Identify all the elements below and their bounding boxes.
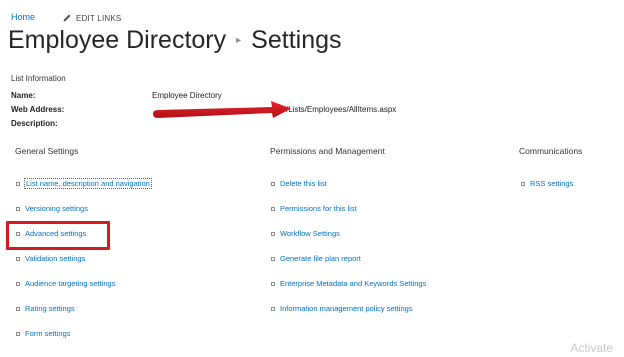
description-label: Description: [11, 119, 58, 128]
list-name-description-navigation-link[interactable]: List name, description and navigation [16, 178, 152, 189]
bullet-icon [16, 256, 20, 261]
validation-settings-link[interactable]: Validation settings [16, 254, 85, 263]
general-settings-header: General Settings [15, 146, 79, 156]
bullet-icon [271, 306, 275, 311]
workflow-settings-link[interactable]: Workflow Settings [271, 229, 340, 238]
link-label: Generate file plan report [280, 254, 361, 263]
generate-file-plan-report-link[interactable]: Generate file plan report [271, 254, 361, 263]
pencil-icon [63, 14, 71, 22]
link-label: Versioning settings [25, 204, 88, 213]
form-settings-link[interactable]: Form settings [16, 329, 70, 338]
bullet-icon [271, 181, 275, 186]
breadcrumb-separator-icon: ▸ [236, 35, 242, 46]
link-label: Delete this list [280, 179, 327, 188]
bullet-icon [16, 306, 20, 311]
link-label: Audience targeting settings [25, 279, 116, 288]
red-arrow-annotation [153, 101, 291, 118]
bullet-icon [521, 181, 525, 186]
list-title: Employee Directory [8, 26, 227, 54]
home-link[interactable]: Home [11, 12, 35, 22]
bullet-icon [16, 206, 20, 211]
activate-watermark: Activate [570, 341, 613, 355]
link-label: Permissions for this list [280, 204, 357, 213]
bullet-icon [16, 181, 20, 186]
enterprise-metadata-keywords-link[interactable]: Enterprise Metadata and Keywords Setting… [271, 279, 426, 288]
rss-settings-link[interactable]: RSS settings [521, 179, 573, 188]
link-label: Form settings [25, 329, 71, 338]
bullet-icon [271, 256, 275, 261]
link-label: Enterprise Metadata and Keywords Setting… [280, 279, 427, 288]
link-label: Rating settings [25, 304, 75, 313]
name-label: Name: [11, 91, 36, 100]
bullet-icon [271, 281, 275, 286]
list-information-header: List Information [11, 74, 66, 83]
bullet-icon [16, 281, 20, 286]
edit-links-label: EDIT LINKS [76, 13, 122, 23]
bullet-icon [271, 231, 275, 236]
bullet-icon [16, 331, 20, 336]
link-label: List name, description and navigation [24, 178, 152, 189]
communications-header: Communications [519, 146, 583, 156]
link-label: Workflow Settings [280, 229, 340, 238]
information-management-policy-link[interactable]: Information management policy settings [271, 304, 413, 313]
edit-links-button[interactable]: EDIT LINKS [62, 13, 121, 23]
rating-settings-link[interactable]: Rating settings [16, 304, 75, 313]
page-title: Employee Directory ▸ Settings [8, 26, 342, 55]
settings-title: Settings [251, 26, 342, 54]
audience-targeting-settings-link[interactable]: Audience targeting settings [16, 279, 115, 288]
link-label: Validation settings [25, 254, 86, 263]
versioning-settings-link[interactable]: Versioning settings [16, 204, 88, 213]
link-label: RSS settings [530, 179, 574, 188]
web-address-value: /Lists/Employees/AllItems.aspx [286, 105, 397, 114]
web-address-label: Web Address: [11, 105, 65, 114]
delete-list-link[interactable]: Delete this list [271, 179, 327, 188]
advanced-settings-highlight-box [6, 221, 110, 250]
bullet-icon [271, 206, 275, 211]
permissions-for-list-link[interactable]: Permissions for this list [271, 204, 357, 213]
permissions-management-header: Permissions and Management [270, 146, 385, 156]
link-label: Information management policy settings [280, 304, 413, 313]
